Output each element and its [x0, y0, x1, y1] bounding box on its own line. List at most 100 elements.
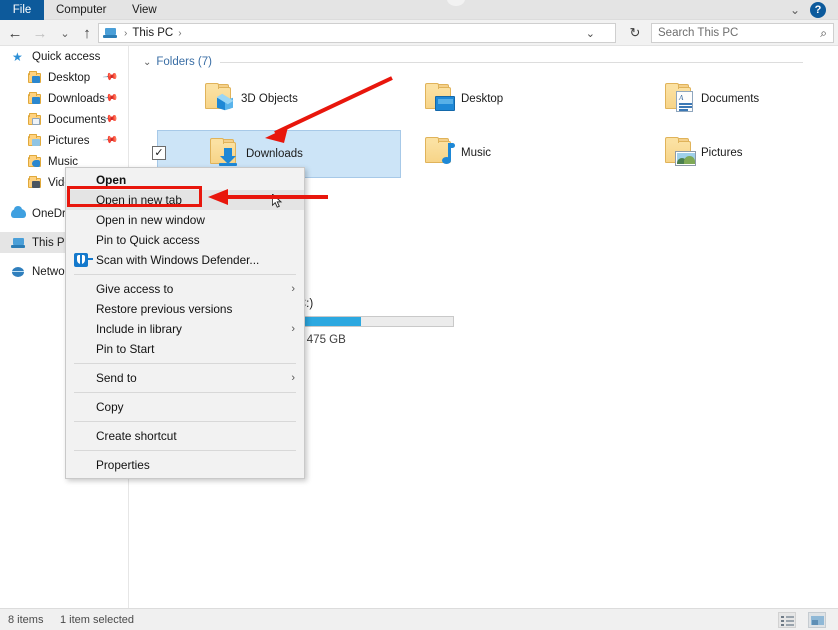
folder-desktop-icon: [417, 79, 461, 119]
folder-pictures-icon: [26, 133, 44, 149]
mouse-cursor-icon: [272, 194, 283, 208]
folder-desktop-icon: [26, 70, 44, 86]
sidebar-item-label: Documents: [48, 113, 107, 126]
context-menu-item-label: Pin to Quick access: [96, 233, 200, 247]
folder-tile-label: 3D Objects: [241, 93, 298, 105]
drive-capacity-bar: [294, 316, 454, 327]
up-arrow-icon[interactable]: ↑: [74, 20, 100, 46]
this-pc-icon: [103, 27, 118, 40]
onedrive-cloud-icon: [10, 205, 28, 222]
context-menu-item-label: Scan with Windows Defender...: [96, 253, 260, 267]
drive-tile-local-disk[interactable]: (C:) of 475 GB: [289, 246, 539, 366]
context-menu-item-label: Give access to: [96, 282, 174, 296]
breadcrumb-separator-1: ›: [124, 27, 128, 39]
context-menu-item-label: Include in library: [96, 322, 182, 336]
folder-3d-objects-icon: [197, 79, 241, 119]
context-menu-item-restore-previous-versions[interactable]: Restore previous versions: [66, 299, 304, 319]
context-menu-item-pin-to-quick-access[interactable]: Pin to Quick access: [66, 230, 304, 250]
folder-tile-music[interactable]: Music: [417, 130, 627, 176]
context-menu[interactable]: Open Open in new tab Open in new window …: [65, 167, 305, 479]
this-pc-icon: [10, 235, 28, 251]
folder-downloads-icon: [26, 91, 44, 107]
address-bar[interactable]: › This PC › ⌄: [98, 23, 616, 43]
windows-defender-icon: [74, 253, 93, 267]
context-menu-item-properties[interactable]: Properties: [66, 455, 304, 475]
chevron-down-icon[interactable]: ⌄: [143, 57, 151, 68]
network-icon: [10, 264, 28, 280]
large-icons-view-icon[interactable]: [808, 612, 826, 628]
context-menu-item-send-to[interactable]: Send to ›: [66, 368, 304, 388]
context-menu-item-label: Send to: [96, 371, 137, 385]
sidebar-item-quick-access[interactable]: ★ Quick access: [0, 46, 128, 67]
context-menu-item-pin-to-start[interactable]: Pin to Start: [66, 339, 304, 359]
folder-tile-label: Documents: [701, 93, 760, 105]
context-menu-separator: [74, 450, 296, 451]
tab-computer[interactable]: Computer: [56, 0, 107, 20]
chevron-down-icon[interactable]: ⌄: [790, 4, 800, 16]
context-menu-item-give-access-to[interactable]: Give access to ›: [66, 279, 304, 299]
folder-music-icon: [417, 133, 461, 173]
folder-tile-3d-objects[interactable]: 3D Objects: [197, 76, 407, 122]
context-menu-item-label: Open: [96, 173, 127, 187]
ribbon-tab-strip: File Computer View ⌄ ?: [0, 0, 838, 20]
folder-tile-desktop[interactable]: Desktop: [417, 76, 627, 122]
context-menu-separator: [74, 274, 296, 275]
sidebar-item-downloads[interactable]: Downloads 📌: [0, 88, 128, 109]
context-menu-item-label: Properties: [96, 458, 150, 472]
context-menu-item-open-in-new-window[interactable]: Open in new window: [66, 210, 304, 230]
status-item-count: 8 items: [8, 614, 44, 626]
search-icon[interactable]: ⌕: [820, 26, 833, 41]
address-dropdown-icon[interactable]: ⌄: [586, 27, 595, 40]
details-view-icon[interactable]: [778, 612, 796, 628]
pin-icon: 📌: [101, 132, 119, 149]
folder-tile-label: Music: [461, 147, 492, 159]
chevron-right-icon: ›: [291, 283, 295, 295]
item-selection-checkbox[interactable]: ✓: [152, 146, 166, 160]
chevron-right-icon: ›: [291, 372, 295, 384]
sidebar-item-label: Pictures: [48, 134, 90, 147]
chevron-right-icon: ›: [291, 323, 295, 335]
forward-arrow-icon[interactable]: →: [27, 20, 53, 46]
context-menu-item-copy[interactable]: Copy: [66, 397, 304, 417]
context-menu-item-label: Restore previous versions: [96, 302, 233, 316]
folder-tile-label: Desktop: [461, 93, 504, 105]
refresh-icon[interactable]: ↻: [625, 23, 645, 43]
annotation-highlight-box: [67, 186, 202, 207]
folder-pictures-icon: [657, 133, 701, 173]
sidebar-item-desktop[interactable]: Desktop 📌: [0, 67, 128, 88]
context-menu-item-label: Copy: [96, 400, 124, 414]
context-menu-item-label: Create shortcut: [96, 429, 177, 443]
help-button[interactable]: ?: [810, 2, 826, 18]
folder-music-icon: [26, 154, 44, 170]
folder-documents-icon: A: [657, 79, 701, 119]
folder-tile-pictures[interactable]: Pictures: [657, 130, 838, 176]
search-box[interactable]: Search This PC ⌕: [651, 23, 834, 43]
sidebar-item-label: Downloads: [48, 92, 105, 105]
window-decoration: [447, 0, 465, 6]
sidebar-item-label: Music: [48, 155, 79, 168]
search-input-placeholder[interactable]: Search This PC: [652, 27, 820, 39]
folder-videos-icon: [26, 175, 44, 191]
navigation-bar: ← → ⌄ ↑ › This PC › ⌄ ↻ Search This PC ⌕: [0, 20, 838, 46]
context-menu-separator: [74, 421, 296, 422]
context-menu-item-scan-with-windows-defender[interactable]: Scan with Windows Defender...: [66, 250, 304, 270]
group-header-folders[interactable]: ⌄ Folders (7): [143, 56, 803, 68]
sidebar-item-documents[interactable]: Documents 📌: [0, 109, 128, 130]
back-arrow-icon[interactable]: ←: [2, 20, 28, 46]
status-bar: 8 items 1 item selected: [0, 608, 838, 630]
folder-tile-label: Downloads: [246, 148, 303, 160]
tab-view[interactable]: View: [132, 0, 157, 20]
context-menu-item-label: Open in new window: [96, 213, 205, 227]
context-menu-item-include-in-library[interactable]: Include in library ›: [66, 319, 304, 339]
tab-file[interactable]: File: [0, 0, 44, 20]
star-icon: ★: [12, 49, 23, 64]
sidebar-item-pictures[interactable]: Pictures 📌: [0, 130, 128, 151]
context-menu-item-create-shortcut[interactable]: Create shortcut: [66, 426, 304, 446]
breadcrumb-path[interactable]: This PC: [132, 27, 173, 39]
folder-tile-documents[interactable]: A Documents: [657, 76, 838, 122]
breadcrumb-separator-2: ›: [178, 27, 182, 39]
context-menu-separator: [74, 363, 296, 364]
file-explorer-window: File Computer View ⌄ ? ← → ⌄ ↑ › This PC…: [0, 0, 838, 630]
context-menu-separator: [74, 392, 296, 393]
sidebar-item-label: Quick access: [32, 50, 101, 63]
